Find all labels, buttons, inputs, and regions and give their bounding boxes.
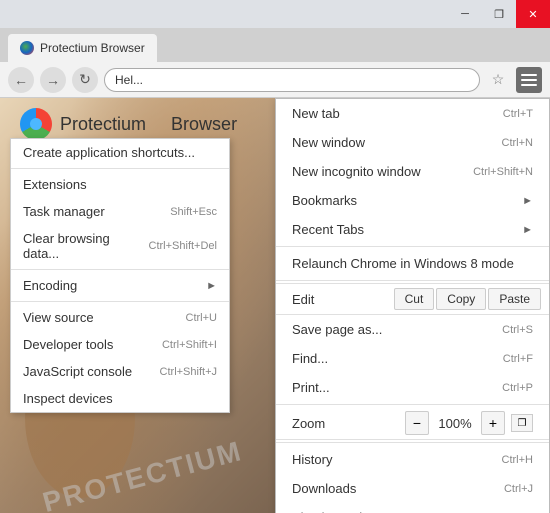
tab-bar: Protectium Browser (0, 28, 550, 62)
browser-logo-icon (20, 108, 52, 140)
zoom-in-button[interactable]: + (481, 411, 505, 435)
hamburger-line-2 (521, 79, 537, 81)
menu-divider-2 (276, 280, 549, 281)
active-tab[interactable]: Protectium Browser (8, 34, 157, 62)
menu-history[interactable]: History Ctrl+H (276, 445, 549, 474)
left-menu-inspect-devices[interactable]: Inspect devices (11, 385, 229, 412)
zoom-out-button[interactable]: − (405, 411, 429, 435)
minimize-button[interactable]: ─ (448, 0, 482, 28)
zoom-row: Zoom − 100% + ❐ (276, 407, 549, 440)
left-menu-js-console[interactable]: JavaScript console Ctrl+Shift+J (11, 358, 229, 385)
menu-new-tab[interactable]: New tab Ctrl+T (276, 99, 549, 128)
left-menu-create-shortcuts[interactable]: Create application shortcuts... (11, 139, 229, 166)
menu-sign-in[interactable]: Sign in to Chrome... (276, 503, 549, 513)
reload-button[interactable]: ↻ (72, 67, 98, 93)
left-menu-clear-browsing[interactable]: Clear browsing data... Ctrl+Shift+Del (11, 225, 229, 267)
menu-find[interactable]: Find... Ctrl+F (276, 344, 549, 373)
menu-bookmarks[interactable]: Bookmarks ► (276, 186, 549, 215)
omnibox-bar: ← → ↻ Hel... ☆ (0, 62, 550, 98)
menu-print[interactable]: Print... Ctrl+P (276, 373, 549, 402)
back-button[interactable]: ← (8, 67, 34, 93)
left-menu-developer-tools[interactable]: Developer tools Ctrl+Shift+I (11, 331, 229, 358)
left-menu-view-source[interactable]: View source Ctrl+U (11, 304, 229, 331)
menu-divider-1 (276, 246, 549, 247)
page-area: PROTECTIUM Protectium Browser Create app… (0, 98, 550, 513)
menu-relaunch[interactable]: Relaunch Chrome in Windows 8 mode (276, 249, 549, 278)
title-bar: ─ ❐ ✕ (0, 0, 550, 28)
menu-recent-tabs[interactable]: Recent Tabs ► (276, 215, 549, 244)
left-menu-extensions[interactable]: Extensions (11, 171, 229, 198)
cut-button[interactable]: Cut (394, 288, 435, 310)
edit-label: Edit (284, 292, 392, 307)
maximize-button[interactable]: ❐ (482, 0, 516, 28)
zoom-value: 100% (435, 416, 475, 431)
left-menu-encoding[interactable]: Encoding ► (11, 272, 229, 299)
left-menu-divider-2 (11, 269, 229, 270)
bookmark-star-icon[interactable]: ☆ (486, 68, 510, 92)
menu-downloads[interactable]: Downloads Ctrl+J (276, 474, 549, 503)
more-tools-submenu: Create application shortcuts... Extensio… (10, 138, 230, 413)
menu-divider-3 (276, 404, 549, 405)
menu-divider-4 (276, 442, 549, 443)
close-button[interactable]: ✕ (516, 0, 550, 28)
address-bar[interactable]: Hel... (104, 68, 480, 92)
browser-page-header: Protectium Browser (20, 108, 237, 140)
left-menu-divider-3 (11, 301, 229, 302)
paste-button[interactable]: Paste (488, 288, 541, 310)
hamburger-line-1 (521, 74, 537, 76)
edit-row: Edit Cut Copy Paste (276, 283, 549, 315)
fullscreen-button[interactable]: ❐ (511, 414, 533, 432)
left-menu-task-manager[interactable]: Task manager Shift+Esc (11, 198, 229, 225)
menu-new-incognito[interactable]: New incognito window Ctrl+Shift+N (276, 157, 549, 186)
zoom-label: Zoom (292, 416, 399, 431)
menu-save-page[interactable]: Save page as... Ctrl+S (276, 315, 549, 344)
chrome-menu-button[interactable] (516, 67, 542, 93)
forward-button[interactable]: → (40, 67, 66, 93)
chrome-dropdown-menu: New tab Ctrl+T New window Ctrl+N New inc… (275, 98, 550, 513)
url-text: Hel... (115, 73, 143, 87)
hamburger-line-3 (521, 84, 537, 86)
menu-new-window[interactable]: New window Ctrl+N (276, 128, 549, 157)
tab-label: Protectium Browser (40, 41, 145, 55)
left-menu-divider-1 (11, 168, 229, 169)
browser-name-label: Protectium Browser (60, 114, 237, 135)
copy-button[interactable]: Copy (436, 288, 486, 310)
tab-favicon (20, 41, 34, 55)
